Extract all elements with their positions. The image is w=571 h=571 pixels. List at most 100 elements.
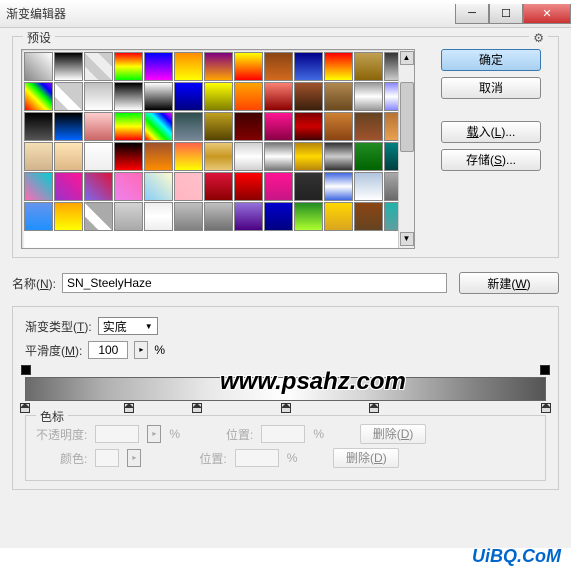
load-button[interactable]: 载入(L)... (441, 121, 541, 143)
opacity-stop[interactable] (540, 365, 550, 375)
minimize-button[interactable]: ─ (455, 4, 489, 24)
preset-swatch[interactable] (324, 142, 353, 171)
preset-swatch[interactable] (294, 112, 323, 141)
preset-swatch[interactable] (234, 142, 263, 171)
preset-swatch[interactable] (84, 82, 113, 111)
preset-swatch[interactable] (114, 202, 143, 231)
scroll-up-icon[interactable]: ▲ (400, 51, 414, 65)
color-stop[interactable] (541, 403, 551, 413)
preset-swatch[interactable] (354, 172, 383, 201)
preset-swatch[interactable] (84, 112, 113, 141)
name-label: 名称(N): (12, 275, 56, 292)
color-stop[interactable] (124, 403, 134, 413)
preset-swatch[interactable] (264, 172, 293, 201)
preset-swatch[interactable] (54, 112, 83, 141)
opacity-stop[interactable] (21, 365, 31, 375)
new-button[interactable]: 新建(W) (459, 272, 559, 294)
preset-swatch[interactable] (114, 52, 143, 81)
preset-swatch[interactable] (324, 202, 353, 231)
preset-swatch[interactable] (324, 52, 353, 81)
preset-swatch[interactable] (234, 52, 263, 81)
preset-swatch[interactable] (354, 112, 383, 141)
preset-swatch[interactable] (204, 172, 233, 201)
preset-swatch[interactable] (354, 202, 383, 231)
preset-swatch[interactable] (234, 202, 263, 231)
preset-swatch[interactable] (354, 82, 383, 111)
preset-swatch[interactable] (234, 112, 263, 141)
preset-swatch[interactable] (174, 112, 203, 141)
preset-swatch[interactable] (144, 202, 173, 231)
color-stop[interactable] (369, 403, 379, 413)
smoothness-label: 平滑度(M): (25, 342, 82, 359)
preset-swatch[interactable] (144, 112, 173, 141)
preset-swatch[interactable] (84, 172, 113, 201)
preset-swatch[interactable] (144, 172, 173, 201)
preset-swatch[interactable] (24, 112, 53, 141)
preset-swatch[interactable] (294, 142, 323, 171)
preset-swatch[interactable] (114, 82, 143, 111)
preset-swatch[interactable] (54, 82, 83, 111)
preset-swatch[interactable] (24, 82, 53, 111)
smoothness-input[interactable] (88, 341, 128, 359)
preset-swatch[interactable] (264, 142, 293, 171)
preset-swatch[interactable] (294, 172, 323, 201)
preset-swatch[interactable] (24, 52, 53, 81)
preset-swatch[interactable] (324, 82, 353, 111)
color-stop[interactable] (192, 403, 202, 413)
gradient-type-select[interactable]: 实底 ▼ (98, 317, 158, 335)
preset-swatch[interactable] (204, 52, 233, 81)
preset-swatch[interactable] (174, 202, 203, 231)
preset-swatch[interactable] (204, 202, 233, 231)
preset-swatch[interactable] (114, 172, 143, 201)
preset-swatch[interactable] (144, 82, 173, 111)
preset-swatch[interactable] (24, 142, 53, 171)
name-input[interactable] (62, 273, 447, 293)
preset-swatch[interactable] (24, 202, 53, 231)
color-stop[interactable] (20, 403, 30, 413)
preset-swatch[interactable] (144, 142, 173, 171)
preset-swatch[interactable] (234, 172, 263, 201)
preset-swatch[interactable] (54, 142, 83, 171)
ok-button[interactable]: 确定 (441, 49, 541, 71)
preset-swatch[interactable] (294, 82, 323, 111)
preset-swatch[interactable] (234, 82, 263, 111)
preset-scrollbar[interactable]: ▲ ▼ (398, 50, 414, 248)
preset-swatch[interactable] (264, 82, 293, 111)
preset-swatch[interactable] (144, 52, 173, 81)
preset-swatch[interactable] (204, 112, 233, 141)
color-stop[interactable] (281, 403, 291, 413)
preset-swatch[interactable] (114, 142, 143, 171)
preset-swatch[interactable] (294, 202, 323, 231)
preset-swatch[interactable] (324, 172, 353, 201)
cancel-button[interactable]: 取消 (441, 77, 541, 99)
preset-swatch[interactable] (354, 142, 383, 171)
preset-swatch[interactable] (54, 52, 83, 81)
preset-swatch[interactable] (324, 112, 353, 141)
preset-swatch[interactable] (264, 202, 293, 231)
preset-swatch[interactable] (24, 172, 53, 201)
scroll-thumb[interactable] (400, 82, 414, 152)
scroll-down-icon[interactable]: ▼ (400, 232, 414, 246)
save-button[interactable]: 存储(S)... (441, 149, 541, 171)
preset-swatch[interactable] (84, 52, 113, 81)
preset-swatch[interactable] (204, 82, 233, 111)
percent-label: % (154, 343, 165, 357)
smoothness-spinner[interactable]: ▸ (134, 341, 148, 359)
preset-swatch[interactable] (264, 52, 293, 81)
preset-swatch[interactable] (174, 142, 203, 171)
preset-swatch[interactable] (354, 52, 383, 81)
preset-swatch[interactable] (54, 202, 83, 231)
close-button[interactable]: ✕ (523, 4, 571, 24)
preset-swatch[interactable] (204, 142, 233, 171)
preset-swatch[interactable] (114, 112, 143, 141)
gear-icon[interactable]: ⚙ (529, 31, 548, 45)
preset-swatch[interactable] (174, 82, 203, 111)
preset-swatch[interactable] (264, 112, 293, 141)
preset-swatch[interactable] (84, 142, 113, 171)
preset-swatch[interactable] (174, 172, 203, 201)
preset-swatch[interactable] (294, 52, 323, 81)
preset-swatch[interactable] (84, 202, 113, 231)
preset-swatch[interactable] (54, 172, 83, 201)
preset-swatch[interactable] (174, 52, 203, 81)
maximize-button[interactable]: ☐ (489, 4, 523, 24)
